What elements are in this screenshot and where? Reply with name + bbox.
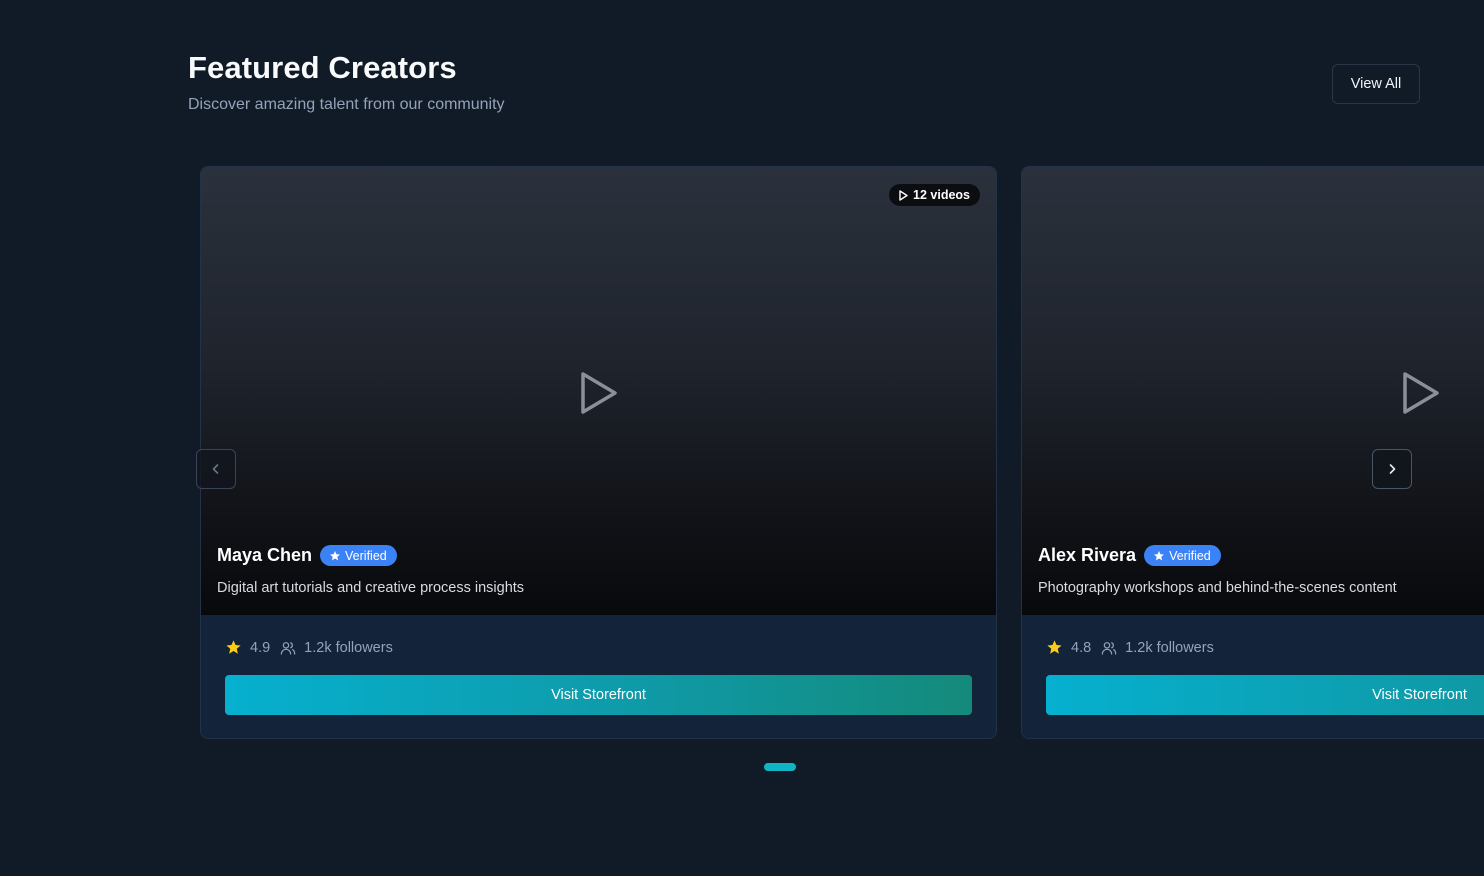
card-footer: 4.9 1.2k followers Visit Storefront bbox=[201, 615, 996, 738]
creator-stats: 4.9 1.2k followers bbox=[225, 639, 393, 656]
star-icon bbox=[1154, 550, 1165, 560]
video-preview[interactable]: 12 videos Maya Chen Verified Digital art… bbox=[201, 167, 996, 615]
creator-card[interactable]: 12 videos Maya Chen Verified Digital art… bbox=[200, 166, 997, 739]
creator-header: Maya Chen Verified bbox=[217, 545, 397, 566]
video-preview[interactable]: Alex Rivera Verified Photography worksho… bbox=[1022, 167, 1484, 615]
users-icon bbox=[1101, 641, 1117, 655]
view-all-button[interactable]: View All bbox=[1332, 64, 1420, 104]
carousel-next-button[interactable] bbox=[1372, 449, 1412, 489]
creator-description: Photography workshops and behind-the-sce… bbox=[1038, 580, 1397, 596]
followers-count: 1.2k followers bbox=[1125, 639, 1214, 656]
creator-name: Maya Chen bbox=[217, 545, 313, 565]
rating-star-icon bbox=[226, 640, 241, 654]
play-icon[interactable] bbox=[580, 371, 618, 415]
users-icon bbox=[280, 641, 296, 655]
card-footer: 4.8 1.2k followers Visit Storefront bbox=[1022, 615, 1484, 738]
chevron-right-icon bbox=[1389, 464, 1396, 474]
rating-value: 4.8 bbox=[1071, 639, 1092, 656]
page-subtitle: Discover amazing talent from our communi… bbox=[188, 96, 505, 113]
rating-star-icon bbox=[1047, 640, 1062, 654]
page-title: Featured Creators bbox=[188, 50, 457, 85]
video-count-label: 12 videos bbox=[913, 188, 970, 202]
creator-stats: 4.8 1.2k followers bbox=[1046, 639, 1214, 656]
verified-badge: Verified bbox=[320, 545, 397, 566]
star-icon bbox=[330, 550, 341, 560]
carousel-dot-active[interactable] bbox=[764, 763, 796, 771]
verified-label: Verified bbox=[1169, 548, 1211, 563]
verified-badge: Verified bbox=[1144, 545, 1221, 566]
creator-name: Alex Rivera bbox=[1038, 545, 1137, 565]
featured-creators-page: Featured Creators Discover amazing talen… bbox=[0, 0, 1484, 876]
creator-description: Digital art tutorials and creative proce… bbox=[217, 580, 525, 596]
creator-header: Alex Rivera Verified bbox=[1038, 545, 1221, 566]
play-icon[interactable] bbox=[1402, 371, 1440, 415]
chevron-left-icon bbox=[212, 464, 219, 474]
visit-storefront-button[interactable]: Visit Storefront bbox=[225, 675, 972, 715]
play-small-icon bbox=[899, 189, 908, 201]
creator-card[interactable]: Alex Rivera Verified Photography worksho… bbox=[1021, 166, 1484, 739]
video-count-badge: 12 videos bbox=[889, 184, 980, 206]
rating-value: 4.9 bbox=[250, 639, 271, 656]
verified-label: Verified bbox=[345, 548, 387, 563]
followers-count: 1.2k followers bbox=[304, 639, 393, 656]
visit-storefront-button[interactable]: Visit Storefront bbox=[1046, 675, 1484, 715]
carousel-prev-button[interactable] bbox=[196, 449, 236, 489]
